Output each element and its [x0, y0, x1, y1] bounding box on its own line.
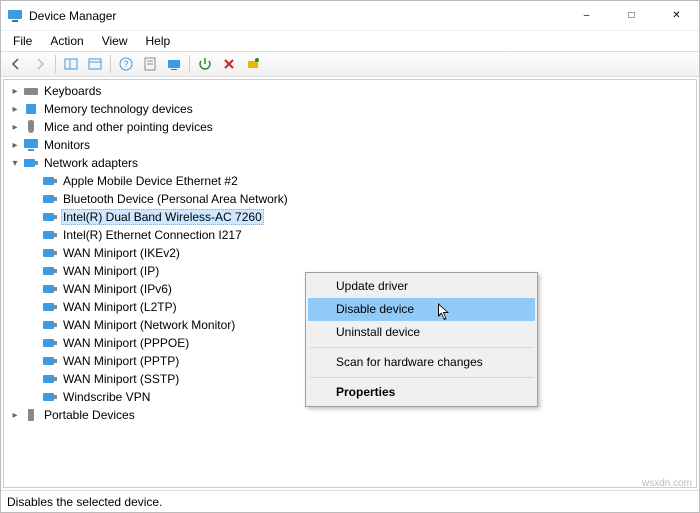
tree-label: Intel(R) Ethernet Connection I217: [61, 228, 244, 242]
tree-label: Portable Devices: [42, 408, 137, 422]
tree-item-adapter[interactable]: Intel(R) Ethernet Connection I217: [23, 226, 696, 244]
mouse-icon: [23, 119, 39, 135]
ctx-disable-device[interactable]: Disable device: [308, 298, 535, 321]
network-adapter-icon: [42, 227, 58, 243]
network-adapter-icon: [42, 263, 58, 279]
network-adapter-icon: [42, 209, 58, 225]
tree-item-portable-devices[interactable]: ▸ Portable Devices: [4, 406, 696, 424]
properties-button[interactable]: [139, 53, 161, 75]
menu-file[interactable]: File: [5, 32, 40, 50]
svg-text:?: ?: [123, 59, 128, 69]
minimize-button[interactable]: –: [564, 1, 609, 30]
network-adapter-icon: [42, 281, 58, 297]
tree-item-adapter[interactable]: Apple Mobile Device Ethernet #2: [23, 172, 696, 190]
device-manager-window: Device Manager – □ ✕ File Action View He…: [0, 0, 700, 513]
tree-item-adapter[interactable]: Bluetooth Device (Personal Area Network): [23, 190, 696, 208]
statusbar: Disables the selected device.: [1, 490, 699, 512]
portable-device-icon: [23, 407, 39, 423]
app-icon: [7, 8, 23, 24]
expand-icon[interactable]: ▸: [8, 84, 22, 98]
chip-icon: [23, 101, 39, 117]
menubar: File Action View Help: [1, 31, 699, 51]
expand-icon[interactable]: ▸: [8, 102, 22, 116]
network-adapter-icon: [23, 155, 39, 171]
tree-item-adapter[interactable]: WAN Miniport (IKEv2): [23, 244, 696, 262]
tree-label: WAN Miniport (PPTP): [61, 354, 181, 368]
expand-icon[interactable]: ▸: [8, 120, 22, 134]
tree-label: Monitors: [42, 138, 92, 152]
tree-label: Intel(R) Dual Band Wireless-AC 7260: [61, 209, 264, 225]
tree-item-network-adapters[interactable]: ▾ Network adapters: [4, 154, 696, 172]
toolbar-separator: [110, 55, 111, 73]
tree-label: WAN Miniport (IKEv2): [61, 246, 182, 260]
tree-label: Windscribe VPN: [61, 390, 152, 404]
titlebar: Device Manager – □ ✕: [1, 1, 699, 31]
tree-label: WAN Miniport (PPPOE): [61, 336, 191, 350]
tree-label: Apple Mobile Device Ethernet #2: [61, 174, 240, 188]
tree-label: WAN Miniport (IPv6): [61, 282, 174, 296]
status-text: Disables the selected device.: [7, 495, 162, 509]
scan-hardware-button[interactable]: [242, 53, 264, 75]
menu-view[interactable]: View: [94, 32, 136, 50]
ctx-update-driver[interactable]: Update driver: [308, 275, 535, 298]
uninstall-button[interactable]: [218, 53, 240, 75]
ctx-scan-hardware[interactable]: Scan for hardware changes: [308, 351, 535, 374]
update-driver-button[interactable]: [163, 53, 185, 75]
view-button[interactable]: [84, 53, 106, 75]
context-menu: Update driver Disable device Uninstall d…: [305, 272, 538, 407]
tree-item-adapter-selected[interactable]: Intel(R) Dual Band Wireless-AC 7260: [23, 208, 696, 226]
menu-help[interactable]: Help: [138, 32, 179, 50]
network-adapter-icon: [42, 317, 58, 333]
tree-label: WAN Miniport (Network Monitor): [61, 318, 237, 332]
help-button[interactable]: ?: [115, 53, 137, 75]
tree-item-memory-tech[interactable]: ▸ Memory technology devices: [4, 100, 696, 118]
network-adapter-icon: [42, 389, 58, 405]
collapse-icon[interactable]: ▾: [8, 156, 22, 170]
tree-label: Memory technology devices: [42, 102, 195, 116]
window-controls: – □ ✕: [564, 1, 699, 30]
monitor-icon: [23, 137, 39, 153]
toolbar-separator: [55, 55, 56, 73]
keyboard-icon: [23, 83, 39, 99]
toolbar: ?: [1, 51, 699, 77]
maximize-button[interactable]: □: [609, 1, 654, 30]
network-adapter-icon: [42, 191, 58, 207]
window-title: Device Manager: [29, 9, 564, 23]
network-adapter-icon: [42, 299, 58, 315]
tree-item-monitors[interactable]: ▸ Monitors: [4, 136, 696, 154]
menu-action[interactable]: Action: [42, 32, 91, 50]
forward-button[interactable]: [29, 53, 51, 75]
tree-label: WAN Miniport (SSTP): [61, 372, 181, 386]
enable-button[interactable]: [194, 53, 216, 75]
network-adapter-icon: [42, 353, 58, 369]
network-adapter-icon: [42, 173, 58, 189]
network-adapter-icon: [42, 245, 58, 261]
ctx-separator: [309, 377, 534, 378]
tree-item-mice[interactable]: ▸ Mice and other pointing devices: [4, 118, 696, 136]
show-hide-console-button[interactable]: [60, 53, 82, 75]
network-adapter-icon: [42, 335, 58, 351]
expand-icon[interactable]: ▸: [8, 138, 22, 152]
tree-label: Mice and other pointing devices: [42, 120, 215, 134]
toolbar-separator: [189, 55, 190, 73]
tree-label: Bluetooth Device (Personal Area Network): [61, 192, 290, 206]
tree-item-keyboards[interactable]: ▸ Keyboards: [4, 82, 696, 100]
ctx-uninstall-device[interactable]: Uninstall device: [308, 321, 535, 344]
tree-label: WAN Miniport (IP): [61, 264, 161, 278]
close-button[interactable]: ✕: [654, 1, 699, 30]
network-adapter-icon: [42, 371, 58, 387]
ctx-separator: [309, 347, 534, 348]
tree-label: WAN Miniport (L2TP): [61, 300, 179, 314]
tree-label: Network adapters: [42, 156, 140, 170]
ctx-properties[interactable]: Properties: [308, 381, 535, 404]
back-button[interactable]: [5, 53, 27, 75]
expand-icon[interactable]: ▸: [8, 408, 22, 422]
watermark: wsxdn.com: [642, 478, 692, 489]
tree-label: Keyboards: [42, 84, 103, 98]
